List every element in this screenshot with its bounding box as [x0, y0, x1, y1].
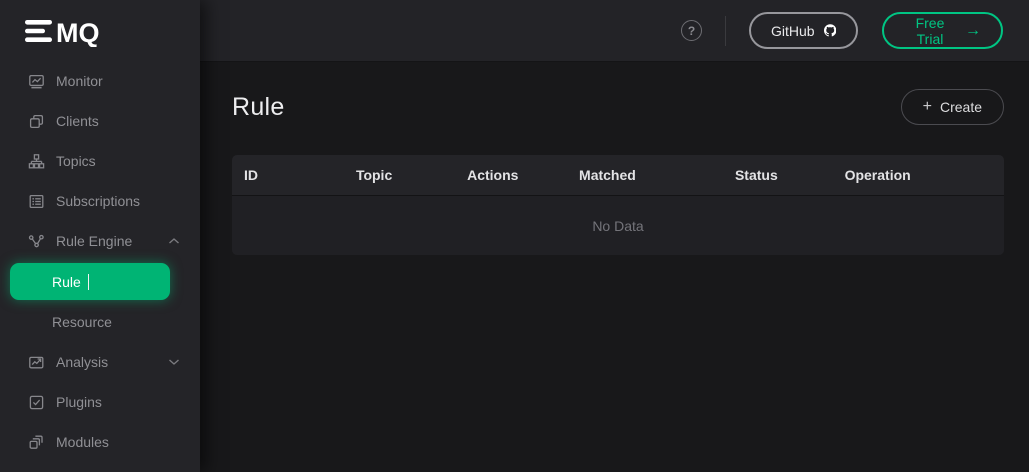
modules-icon: [28, 434, 45, 451]
emq-logo[interactable]: MQ: [0, 0, 200, 61]
column-header-matched: Matched: [567, 167, 723, 183]
rules-table: ID Topic Actions Matched Status Operatio…: [232, 155, 1004, 255]
monitor-icon: [28, 73, 45, 90]
svg-text:MQ: MQ: [56, 18, 100, 47]
create-button[interactable]: + Create: [901, 89, 1004, 125]
sidebar-menu: Monitor Clients: [0, 61, 200, 462]
topics-icon: [28, 153, 45, 170]
sidebar-item-label: Clients: [56, 113, 99, 129]
create-button-label: Create: [940, 99, 982, 115]
sidebar-subitem-resource[interactable]: Resource: [0, 302, 200, 342]
no-data-text: No Data: [592, 218, 643, 234]
sidebar-item-label: Plugins: [56, 394, 102, 410]
column-header-status: Status: [723, 167, 833, 183]
sidebar-subitem-label: Resource: [52, 314, 112, 330]
column-header-id: ID: [232, 167, 344, 183]
clients-icon: [28, 113, 45, 130]
column-header-topic: Topic: [344, 167, 455, 183]
page-title: Rule: [232, 93, 285, 122]
github-button-label: GitHub: [771, 23, 815, 39]
chevron-down-icon: [168, 358, 180, 366]
top-header: ? GitHub Free Trial →: [200, 0, 1029, 62]
plus-icon: +: [923, 99, 932, 115]
sidebar-item-rule-engine[interactable]: Rule Engine: [0, 221, 200, 261]
sidebar-item-label: Rule Engine: [56, 233, 132, 249]
table-header-row: ID Topic Actions Matched Status Operatio…: [232, 155, 1004, 195]
arrow-right-icon: →: [965, 23, 981, 39]
subscriptions-icon: [28, 193, 45, 210]
sidebar-item-plugins[interactable]: Plugins: [0, 382, 200, 422]
table-empty-row: No Data: [232, 195, 1004, 255]
column-header-operation: Operation: [833, 167, 1004, 183]
sidebar-item-label: Subscriptions: [56, 193, 140, 209]
sidebar-item-subscriptions[interactable]: Subscriptions: [0, 181, 200, 221]
rule-engine-icon: [28, 233, 45, 250]
sidebar-item-label: Modules: [56, 434, 109, 450]
sidebar-item-monitor[interactable]: Monitor: [0, 61, 200, 101]
sidebar-subitem-rule[interactable]: Rule: [10, 263, 170, 300]
sidebar-item-label: Topics: [56, 153, 96, 169]
github-button[interactable]: GitHub: [749, 12, 858, 49]
free-trial-label: Free Trial: [904, 15, 956, 47]
sidebar-item-label: Analysis: [56, 354, 108, 370]
chevron-up-icon: [168, 237, 180, 245]
sidebar-subitem-label: Rule: [52, 274, 81, 290]
main-content: Rule + Create ID Topic Actions Matched S…: [200, 62, 1029, 472]
plugins-icon: [28, 394, 45, 411]
sidebar-item-analysis[interactable]: Analysis: [0, 342, 200, 382]
emq-logo-icon: MQ: [25, 15, 103, 47]
text-cursor: [88, 274, 90, 290]
sidebar-item-label: Monitor: [56, 73, 103, 89]
analysis-icon: [28, 354, 45, 371]
column-header-actions: Actions: [455, 167, 567, 183]
github-octocat-icon: [824, 20, 836, 41]
sidebar-item-topics[interactable]: Topics: [0, 141, 200, 181]
title-row: Rule + Create: [232, 89, 1004, 125]
help-icon[interactable]: ?: [681, 20, 702, 41]
free-trial-button[interactable]: Free Trial →: [882, 12, 1003, 49]
sidebar-item-modules[interactable]: Modules: [0, 422, 200, 462]
header-divider: [725, 16, 726, 46]
sidebar: MQ Monitor Clients: [0, 0, 200, 472]
sidebar-item-clients[interactable]: Clients: [0, 101, 200, 141]
